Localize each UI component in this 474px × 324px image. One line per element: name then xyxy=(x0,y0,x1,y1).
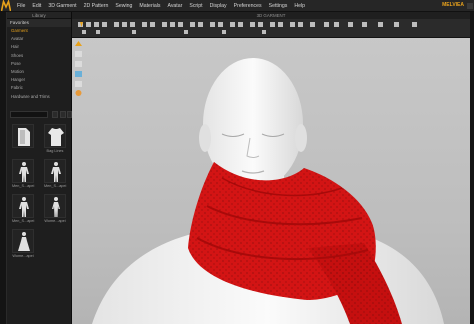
library-item-hair[interactable]: Hair xyxy=(7,43,71,51)
avatar-women-dress-icon xyxy=(18,232,30,251)
fold-tool-icon xyxy=(142,22,147,27)
move-tool-icon xyxy=(86,22,91,27)
grid-view-icon[interactable] xyxy=(60,111,66,118)
menu-avatar[interactable]: Avatar xyxy=(167,0,182,12)
small-tool-icon xyxy=(82,30,86,34)
button-tool-icon xyxy=(162,22,167,27)
right-scrollbar[interactable] xyxy=(470,12,474,324)
library-thumb[interactable] xyxy=(12,124,34,154)
brand-label: MELVIEA xyxy=(442,2,464,8)
list-view-icon[interactable] xyxy=(52,111,58,118)
library-thumb[interactable]: Men_S...apei xyxy=(12,159,34,189)
library-item-shoes[interactable]: Shoes xyxy=(7,52,71,60)
small-tool-icon xyxy=(184,30,188,34)
pin-tool-icon xyxy=(122,22,127,27)
library-title: Library xyxy=(7,12,71,19)
library-search-row xyxy=(10,111,72,119)
library-item-fabric[interactable]: Fabric xyxy=(7,84,71,92)
zipper-tool-icon xyxy=(170,22,175,27)
menu-3d-garment[interactable]: 3D Garment xyxy=(48,0,76,12)
measure-tool-icon xyxy=(150,22,155,27)
menu-preferences[interactable]: Preferences xyxy=(234,0,262,12)
snapshot-tool-icon xyxy=(298,22,303,27)
wireframe-tool-icon xyxy=(362,22,367,27)
camera-tool-icon xyxy=(270,22,275,27)
arrangement-tool-icon xyxy=(250,22,255,27)
small-tool-icon xyxy=(96,30,100,34)
library-item-pose[interactable]: Pose xyxy=(7,60,71,68)
viewport-toolbar xyxy=(72,19,470,38)
menu-materials[interactable]: Materials xyxy=(139,0,160,12)
library-item-avatar[interactable]: Avatar xyxy=(7,35,71,43)
menu-file[interactable]: File xyxy=(17,0,25,12)
left-tool-strip xyxy=(0,12,7,324)
rotate-tool-icon xyxy=(94,22,99,27)
3d-scene[interactable] xyxy=(72,38,470,324)
scale-tool-icon xyxy=(102,22,107,27)
library-item-hanger[interactable]: Hanger xyxy=(7,76,71,84)
menu-help[interactable]: Help xyxy=(294,0,305,12)
library-thumb[interactable]: Wome...apei xyxy=(12,229,34,259)
clo-logo-icon[interactable] xyxy=(1,0,11,12)
tack-tool-icon xyxy=(130,22,135,27)
trim-tool-icon xyxy=(178,22,183,27)
render-tool-icon xyxy=(290,22,295,27)
menu-edit[interactable]: Edit xyxy=(32,0,41,12)
avatar-men-icon xyxy=(19,162,29,182)
edit-tool-icon xyxy=(114,22,119,27)
pose-tool-icon xyxy=(238,22,243,27)
avatar-tool-icon xyxy=(230,22,235,27)
avatar-men-icon xyxy=(51,162,61,182)
library-panel: Library Favorites Garment Avatar Hair Sh… xyxy=(7,12,72,324)
collision-tool-icon xyxy=(324,22,329,27)
window-control-button[interactable] xyxy=(467,3,473,9)
texture-tool-icon xyxy=(198,22,203,27)
avatar-ear-right xyxy=(295,124,307,152)
folder-icon xyxy=(18,128,30,146)
avatar-women-icon xyxy=(52,197,60,217)
gravity-tool-icon xyxy=(334,22,339,27)
library-search-input[interactable] xyxy=(10,111,48,118)
topstitch-tool-icon xyxy=(218,22,223,27)
graphic-tool-icon xyxy=(210,22,215,27)
library-item-hardware-trims[interactable]: Hardware and Trims xyxy=(7,93,71,101)
library-thumb[interactable]: Wome...apei xyxy=(44,194,66,224)
library-thumb[interactable]: Men_S...apei xyxy=(44,159,66,189)
menu-script[interactable]: Script xyxy=(189,0,202,12)
library-thumb[interactable]: Bag Lines xyxy=(44,124,66,154)
small-tool-icon xyxy=(132,30,136,34)
small-tool-icon xyxy=(222,30,226,34)
avatar-men-icon xyxy=(19,197,29,217)
menu-2d-pattern[interactable]: 2D Pattern xyxy=(84,0,109,12)
menu-display[interactable]: Display xyxy=(210,0,227,12)
menu-settings[interactable]: Settings xyxy=(269,0,288,12)
menu-sewing[interactable]: Sewing xyxy=(115,0,132,12)
fit-map-icon xyxy=(412,22,417,27)
small-tool-icon xyxy=(262,30,266,34)
strain-map-icon xyxy=(378,22,383,27)
menu: File Edit 3D Garment 2D Pattern Sewing M… xyxy=(17,0,305,12)
display-tool-icon xyxy=(258,22,263,27)
toolbar-icons xyxy=(78,22,417,34)
library-item-garment[interactable]: Garment xyxy=(7,27,71,35)
brush-tool-icon xyxy=(190,22,195,27)
menu-bar: File Edit 3D Garment 2D Pattern Sewing M… xyxy=(0,0,474,12)
favorites-header[interactable]: Favorites xyxy=(7,19,71,27)
library-thumb[interactable]: Men_S...apei xyxy=(12,194,34,224)
library-item-motion[interactable]: Motion xyxy=(7,68,71,76)
light-tool-icon xyxy=(278,22,283,27)
garment-shirt-icon xyxy=(48,128,64,146)
viewport-title: 3D GARMENT xyxy=(72,12,470,19)
3d-viewport[interactable]: 3D GARMENT xyxy=(72,12,470,324)
transparency-tool-icon xyxy=(348,22,353,27)
record-tool-icon xyxy=(310,22,315,27)
avatar-ear-left xyxy=(199,124,211,152)
stress-map-icon xyxy=(394,22,399,27)
